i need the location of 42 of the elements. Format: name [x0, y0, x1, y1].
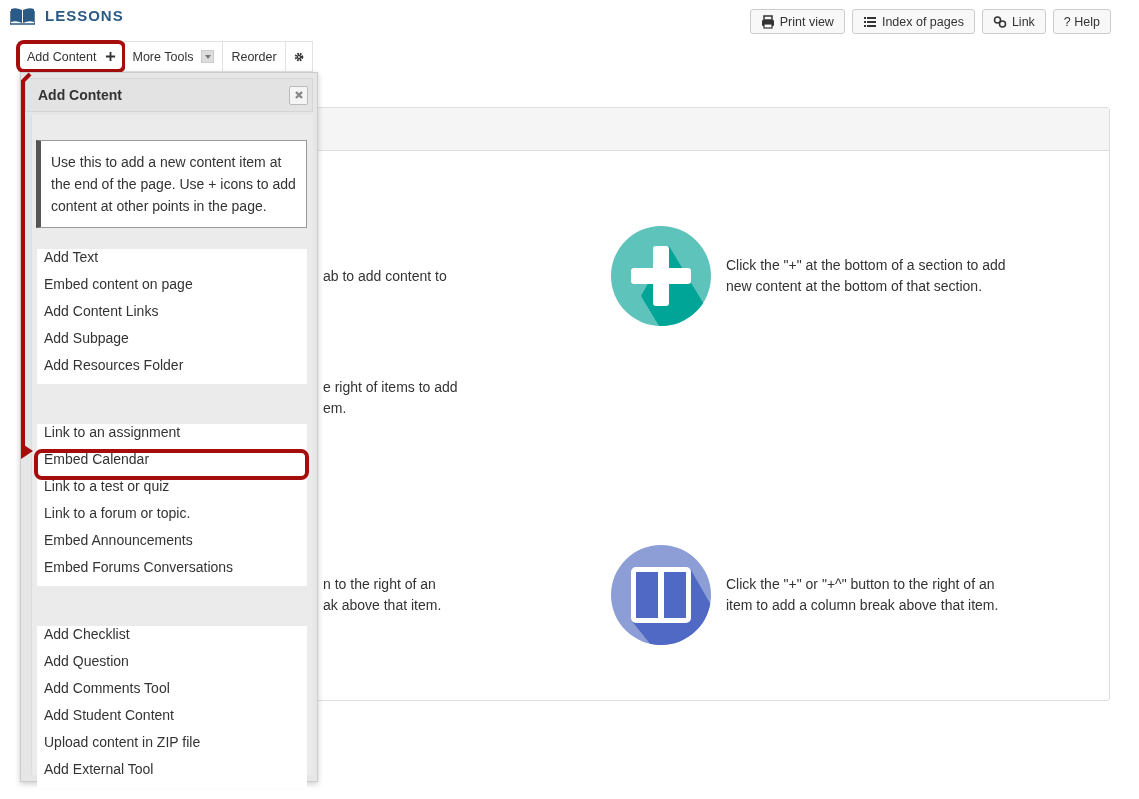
menu-item[interactable]: Add External Tool — [37, 761, 307, 788]
plus-icon — [104, 51, 116, 62]
menu-item[interactable]: Add Comments Tool — [37, 680, 307, 707]
menu-item[interactable]: Embed Calendar — [37, 451, 307, 478]
menu-item[interactable]: Add Checklist — [37, 626, 307, 653]
gear-icon — [293, 51, 304, 62]
menu-item[interactable]: Add Resources Folder — [37, 357, 307, 384]
header-button[interactable]: Index of pages — [851, 9, 975, 34]
header-button[interactable]: Print view — [749, 9, 845, 34]
add-content-button[interactable]: Add Content — [18, 41, 125, 72]
menu-item[interactable]: Embed Forums Conversations — [37, 559, 307, 586]
book-icon — [10, 6, 35, 25]
menu-item[interactable]: Add Question — [37, 653, 307, 680]
link-icon — [992, 14, 1007, 29]
info-text: Use this to add a new content item at the end of the page. Use + icons to add content at other points in the page. — [36, 140, 307, 228]
menu-item[interactable]: Add Subpage — [37, 330, 307, 357]
popup-title: Add Content — [38, 87, 122, 103]
menu-item[interactable]: Link to an assignment — [37, 424, 307, 451]
instruction-text: Click the "+" at the bottom of a section to add new content at the bottom of that section. — [726, 256, 1007, 296]
list-icon — [862, 14, 877, 29]
menu-item[interactable]: Embed Announcements — [37, 532, 307, 559]
instruction-text: ab to add content to — [323, 266, 447, 286]
menu-item[interactable]: Upload content in ZIP file — [37, 734, 307, 761]
header-button[interactable]: Link — [981, 9, 1046, 34]
menu-item[interactable]: Link to a test or quiz — [37, 478, 307, 505]
close-icon — [293, 90, 304, 100]
menu-item[interactable]: Add Content Links — [37, 303, 307, 330]
close-button[interactable] — [289, 85, 308, 105]
menu-item[interactable]: Add Text — [37, 249, 307, 276]
more-tools-button[interactable]: More Tools — [124, 41, 224, 72]
instruction-text: e right of items to add em. — [323, 378, 458, 418]
menu-item[interactable]: Link to a forum or topic. — [37, 505, 307, 532]
menu-item[interactable]: Embed content on page — [37, 276, 307, 303]
printer-icon — [760, 14, 775, 29]
caret-icon — [203, 52, 212, 61]
instruction-text: Click the "+" or "+^" button to the right of an item to add a column break above that item. — [726, 575, 1000, 615]
instruction-text: n to the right of an ak above that item. — [323, 575, 442, 615]
page-title: LESSONS — [45, 7, 124, 24]
settings-button[interactable] — [285, 41, 313, 72]
toolbar-button[interactable]: Reorder — [223, 41, 286, 72]
header-button[interactable]: ? Help — [1052, 9, 1111, 34]
menu-item[interactable]: Add Student Content — [37, 707, 307, 734]
